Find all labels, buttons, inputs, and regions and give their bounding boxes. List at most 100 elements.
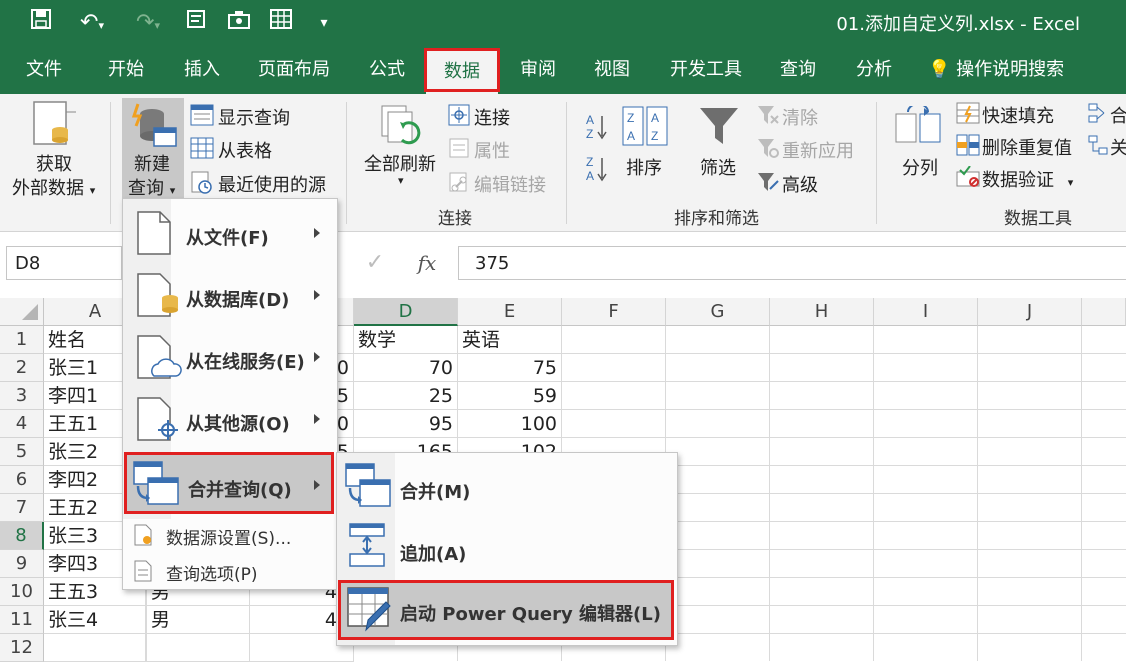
new-query-icon (128, 102, 178, 154)
consolidate-button[interactable]: 合 (1110, 102, 1126, 128)
row-header-4[interactable]: 4 (0, 410, 44, 438)
redo-icon[interactable]: ↷▾ (126, 8, 170, 38)
flash-fill-button[interactable]: 快速填充 (982, 102, 1054, 128)
formula-input[interactable]: 375 (458, 246, 1126, 280)
from-table-button[interactable]: 从表格 (218, 137, 272, 163)
customize-toolbar-icon[interactable]: ▾ (314, 8, 334, 38)
form-icon[interactable] (182, 8, 212, 38)
properties-button[interactable]: 属性 (474, 137, 510, 163)
cell-d4[interactable]: 95 (354, 410, 458, 438)
cell-b11[interactable]: 男 (147, 606, 250, 634)
tab-page-layout[interactable]: 页面布局 (258, 46, 330, 94)
row-header-3[interactable]: 3 (0, 382, 44, 410)
cell-e4[interactable]: 100 (458, 410, 562, 438)
row-header-10[interactable]: 10 (0, 578, 44, 606)
tab-developer[interactable]: 开发工具 (670, 46, 742, 94)
row-header-6[interactable]: 6 (0, 466, 44, 494)
cell-d2[interactable]: 70 (354, 354, 458, 382)
camera-icon[interactable] (224, 8, 254, 38)
column-header-i[interactable]: I (874, 298, 978, 326)
tab-home[interactable]: 开始 (108, 46, 144, 94)
edit-links-button[interactable]: 编辑链接 (474, 171, 546, 197)
menu-from-online-services[interactable]: 从在线服务(E) (186, 348, 305, 374)
row-header-12[interactable]: 12 (0, 634, 44, 662)
menu-data-source-settings[interactable]: 数据源设置(S)... (166, 524, 291, 549)
name-box[interactable]: D8 (6, 246, 122, 280)
column-header-g[interactable]: G (666, 298, 770, 326)
row-header-9[interactable]: 9 (0, 550, 44, 578)
relationships-button[interactable]: 关 (1110, 134, 1126, 160)
table-icon[interactable] (266, 8, 296, 38)
cell-d1[interactable]: 数学 (354, 326, 458, 354)
row-header-5[interactable]: 5 (0, 438, 44, 466)
filter-button[interactable]: 筛选 (700, 154, 736, 180)
select-all-corner[interactable] (0, 298, 44, 326)
submenu-merge[interactable]: 合并(M) (400, 478, 470, 504)
save-icon[interactable] (26, 8, 56, 38)
cell-e2[interactable]: 75 (458, 354, 562, 382)
group-separator (876, 102, 877, 224)
tab-review[interactable]: 审阅 (520, 46, 556, 94)
row-header-11[interactable]: 11 (0, 606, 44, 634)
sort-icon: ZAAZ (622, 106, 668, 150)
column-header-j[interactable]: J (978, 298, 1082, 326)
tab-view[interactable]: 视图 (594, 46, 630, 94)
reapply-button[interactable]: 重新应用 (782, 137, 854, 163)
submenu-arrow-icon (314, 228, 320, 238)
sort-z-a-icon[interactable]: ZA (586, 154, 610, 188)
tab-insert[interactable]: 插入 (184, 46, 220, 94)
combine-queries-highlight (124, 452, 334, 514)
ribbon-tabs: 文件 开始 插入 页面布局 公式 数据 审阅 视图 开发工具 查询 分析 💡 操… (0, 46, 1126, 94)
submenu-append[interactable]: 追加(A) (400, 540, 466, 566)
submenu-arrow-icon (314, 352, 320, 362)
menu-from-database[interactable]: 从数据库(D) (186, 286, 289, 312)
recent-sources-icon (190, 171, 214, 199)
menu-from-file[interactable]: 从文件(F) (186, 224, 269, 250)
data-tab-highlight (424, 48, 500, 92)
cell-e1[interactable]: 英语 (458, 326, 562, 354)
remove-duplicates-icon (956, 134, 980, 160)
cell-a11[interactable]: 张三4 (44, 606, 147, 634)
query-options-icon (134, 560, 154, 586)
clear-button[interactable]: 清除 (782, 104, 818, 130)
tab-query[interactable]: 查询 (780, 46, 816, 94)
get-external-data-button[interactable]: 外部数据 ▾ (12, 174, 95, 200)
tab-analyze[interactable]: 分析 (856, 46, 892, 94)
tab-formulas[interactable]: 公式 (369, 46, 405, 94)
column-header-k[interactable] (1082, 298, 1126, 326)
undo-icon[interactable]: ↶▾ (70, 8, 114, 38)
advanced-button[interactable]: 高级 (782, 171, 818, 197)
enter-check-icon[interactable]: ✓ (360, 246, 390, 280)
column-header-d[interactable]: D (354, 298, 458, 326)
refresh-all-dropdown-icon[interactable]: ▾ (398, 174, 404, 187)
sort-button[interactable]: 排序 (626, 154, 662, 180)
connections-button[interactable]: 连接 (474, 104, 510, 130)
show-queries-button[interactable]: 显示查询 (218, 104, 290, 130)
menu-from-other-sources[interactable]: 从其他源(O) (186, 410, 290, 436)
sort-a-z-icon[interactable]: AZ (586, 112, 610, 146)
column-header-h[interactable]: H (770, 298, 874, 326)
refresh-all-button[interactable]: 全部刷新 (364, 150, 436, 176)
row-header-2[interactable]: 2 (0, 354, 44, 382)
tab-file[interactable]: 文件 (26, 46, 62, 94)
text-to-columns-icon (894, 103, 942, 150)
tell-me-search[interactable]: 💡 操作说明搜索 (928, 46, 1064, 94)
row-header-1[interactable]: 1 (0, 326, 44, 354)
append-icon (348, 522, 388, 574)
cell-a12[interactable] (44, 634, 147, 662)
menu-query-options[interactable]: 查询选项(P) (166, 560, 258, 585)
text-to-columns-button[interactable]: 分列 (902, 154, 938, 180)
get-external-data-label-1[interactable]: 获取 (36, 150, 72, 176)
recent-sources-button[interactable]: 最近使用的源 (218, 171, 326, 197)
remove-duplicates-button[interactable]: 删除重复值 (982, 134, 1072, 160)
row-header-7[interactable]: 7 (0, 494, 44, 522)
column-header-e[interactable]: E (458, 298, 562, 326)
row-header-8[interactable]: 8 (0, 522, 44, 550)
cell-b12[interactable] (147, 634, 250, 662)
column-header-f[interactable]: F (562, 298, 666, 326)
cell-d3[interactable]: 25 (354, 382, 458, 410)
cell-e3[interactable]: 59 (458, 382, 562, 410)
group-separator (346, 102, 347, 224)
data-validation-button[interactable]: 数据验证 ▾ (982, 166, 1073, 192)
insert-function-icon[interactable]: fx (412, 246, 442, 280)
